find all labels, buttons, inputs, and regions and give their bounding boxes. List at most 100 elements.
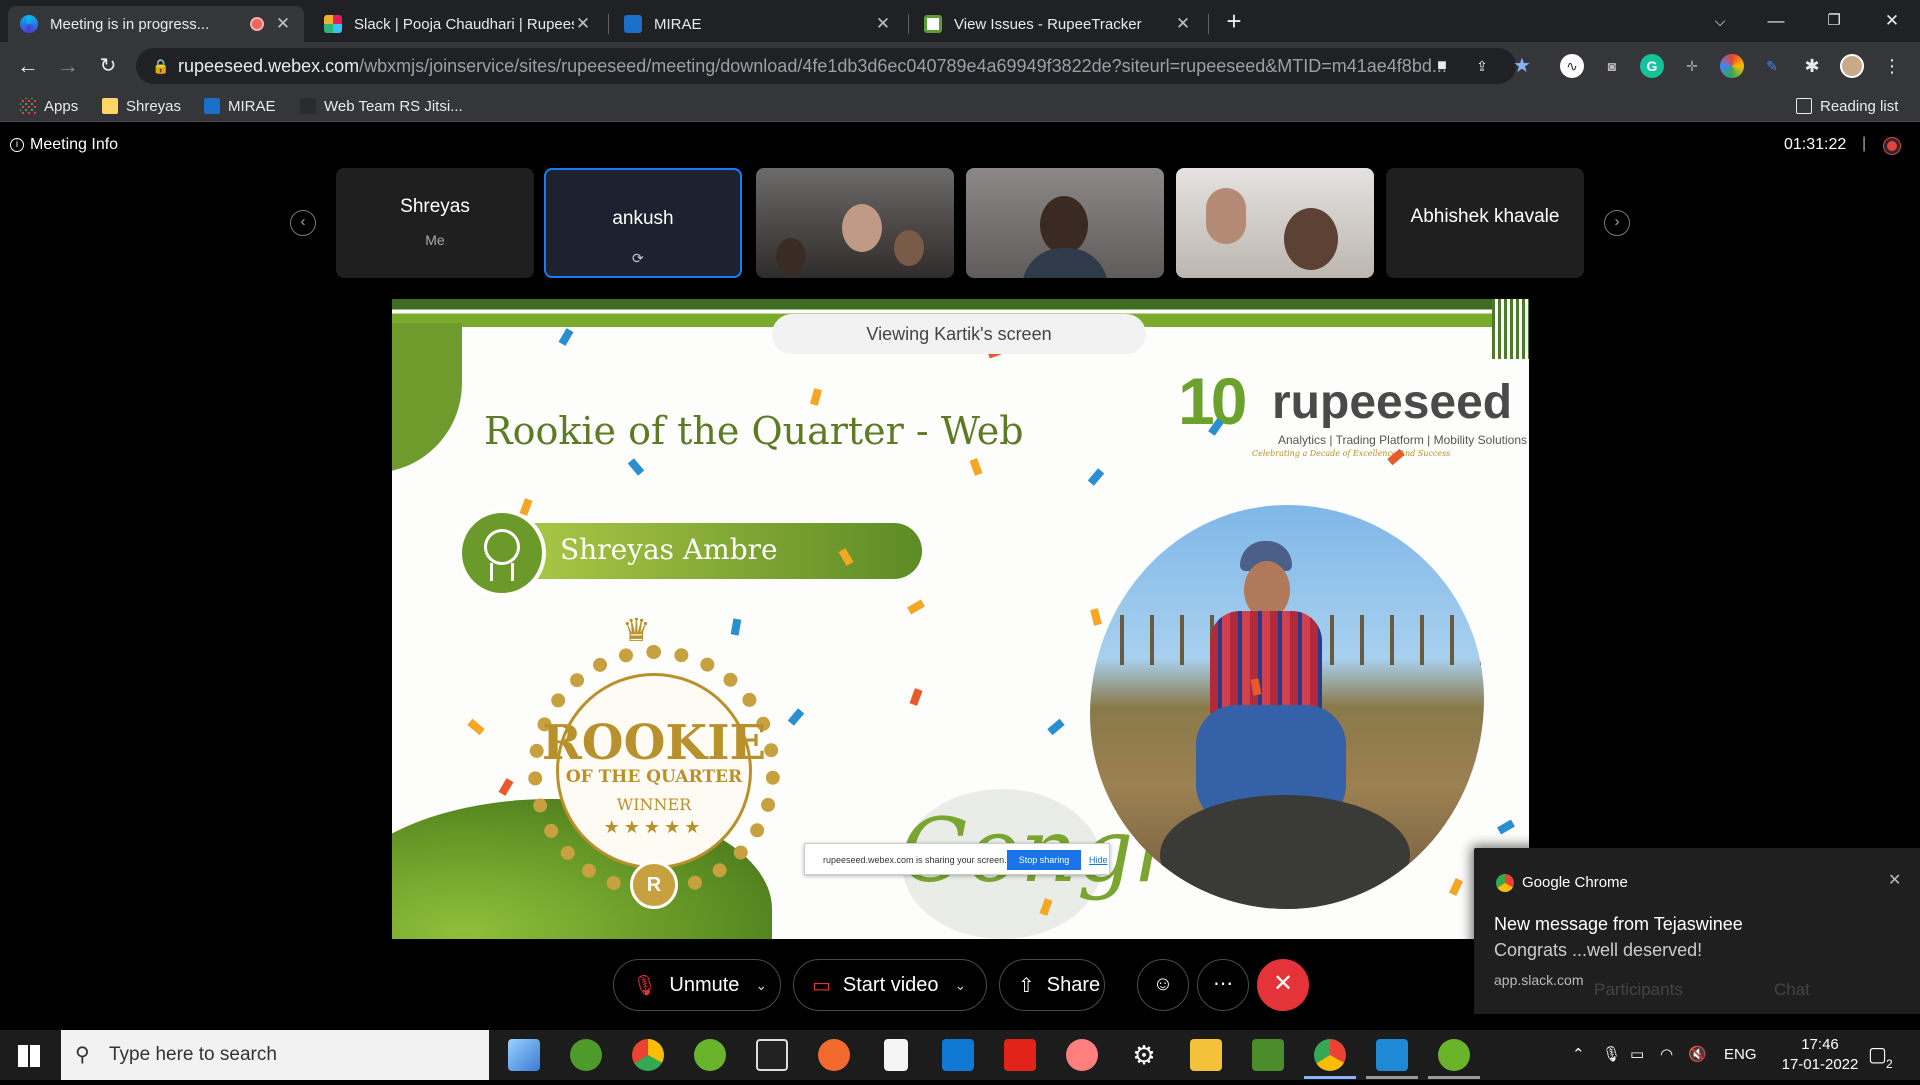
bookmark-apps[interactable]: Apps [20, 96, 78, 116]
bookmark-label: Web Team RS Jitsi... [324, 97, 463, 115]
profile-avatar[interactable] [1840, 54, 1864, 78]
chart-app-icon[interactable] [632, 1039, 664, 1071]
snipping-tool-icon[interactable] [1066, 1039, 1098, 1071]
address-bar[interactable]: 🔒 rupeeseed.webex.com/wbxmjs/joinservice… [136, 48, 1516, 84]
spreadsheet-icon[interactable] [1252, 1039, 1284, 1071]
share-button[interactable]: ⇧ Share [999, 959, 1105, 1011]
decorative-leaf-shape [392, 323, 462, 473]
tab-rupeetracker[interactable]: View Issues - RupeeTracker ✕ [912, 6, 1204, 42]
badge-main-text: ROOKIE [541, 715, 767, 771]
android-studio-icon[interactable] [570, 1039, 602, 1071]
chrome-taskbar-icon[interactable] [1314, 1039, 1346, 1071]
more-options-button[interactable]: ⋯ [1197, 959, 1249, 1011]
green-app-icon[interactable] [694, 1039, 726, 1071]
android-studio-icon-2[interactable] [1438, 1039, 1470, 1071]
hide-button[interactable]: Hide [1089, 855, 1108, 865]
bookmark-mirae[interactable]: MIRAE [204, 96, 276, 116]
notepad-icon[interactable] [884, 1039, 908, 1071]
start-video-button[interactable]: ▭ Start video ⌄ [793, 959, 987, 1011]
minimize-button[interactable]: — [1756, 6, 1796, 36]
pen-extension-icon[interactable]: ✎ [1760, 54, 1784, 78]
settings-gear-icon[interactable]: ⚙ [1128, 1039, 1160, 1071]
meeting-info-button[interactable]: i Meeting Info [10, 136, 118, 154]
screenshot-extension-icon[interactable]: ◙ [1600, 54, 1624, 78]
postman-icon[interactable] [818, 1039, 850, 1071]
clock[interactable]: 17:46 17-01-2022 [1770, 1035, 1870, 1085]
mail-icon[interactable] [942, 1039, 974, 1071]
tray-expand-icon[interactable]: ⌃ [1572, 1030, 1585, 1080]
action-center-icon[interactable]: ▢ [1868, 1030, 1887, 1080]
restore-button[interactable]: ❐ [1814, 6, 1854, 36]
participant-name: Abhishek khavale [1410, 206, 1560, 227]
participant-face [776, 238, 806, 274]
confetti-piece [1047, 718, 1065, 736]
bookmark-shreyas[interactable]: Shreyas [102, 96, 181, 116]
close-tab-icon[interactable]: ✕ [1174, 14, 1192, 34]
microphone-tray-icon[interactable]: 🎙 [1602, 1030, 1621, 1080]
anydesk-icon[interactable] [1004, 1039, 1036, 1071]
participant-tile-ankush[interactable]: ankush ⟳ [544, 168, 742, 278]
scroll-right-button[interactable]: › [1604, 210, 1630, 236]
vscode-icon[interactable] [1376, 1039, 1408, 1071]
rookie-badge: ♛ ROOKIE OF THE QUARTER WINNER ★★★★★ R [526, 611, 782, 909]
participant-tile-abhishek[interactable]: Abhishek khavale [1386, 168, 1584, 278]
stop-sharing-button[interactable]: Stop sharing [1007, 850, 1081, 870]
leave-meeting-button[interactable]: ✕ [1257, 959, 1309, 1011]
meeting-info-label: Meeting Info [30, 136, 119, 153]
camera-in-use-icon[interactable]: ■ [1430, 54, 1454, 78]
participant-video-tile[interactable] [966, 168, 1164, 278]
close-notification-icon[interactable]: ✕ [1888, 870, 1901, 890]
bookmark-star-icon[interactable]: ★ [1510, 54, 1534, 78]
divider: | [1862, 135, 1867, 152]
file-explorer-icon[interactable] [1190, 1039, 1222, 1071]
wifi-icon[interactable]: ◠ [1660, 1030, 1673, 1080]
close-tab-icon[interactable]: ✕ [274, 14, 292, 34]
extension-stats-icon[interactable]: ∿ [1560, 54, 1584, 78]
crown-icon: ♛ [622, 612, 651, 648]
unmute-button[interactable]: 🎙 Unmute ⌄ [613, 959, 781, 1011]
volume-muted-icon[interactable]: 🔇 [1688, 1030, 1707, 1080]
close-window-button[interactable]: ✕ [1872, 6, 1912, 36]
color-picker-extension-icon[interactable] [1720, 54, 1744, 78]
taskbar-search-box[interactable]: ⚲ Type here to search [61, 1030, 489, 1080]
tab-mirae[interactable]: MIRAE ✕ [612, 6, 904, 42]
participant-tile-shreyas[interactable]: Shreyas Me [336, 168, 534, 278]
grammarly-icon[interactable]: G [1640, 54, 1664, 78]
tab-title: Meeting is in progress... [50, 15, 210, 33]
reactions-button[interactable]: ☺ [1137, 959, 1189, 1011]
tab-webex-meeting[interactable]: Meeting is in progress... ✕ [8, 6, 304, 42]
forward-button[interactable]: → [54, 52, 82, 80]
ruler-extension-icon[interactable]: ✛ [1680, 54, 1704, 78]
tab-search-chevron-icon[interactable]: ⌵ [1700, 6, 1740, 36]
language-indicator[interactable]: ENG [1724, 1030, 1757, 1080]
participant-face [894, 230, 924, 266]
tab-slack[interactable]: Slack | Pooja Chaudhari | Rupeese ✕ [312, 6, 604, 42]
reload-button[interactable]: ↻ [94, 52, 122, 80]
more-dots-icon: ⋯ [1213, 973, 1233, 995]
battery-icon[interactable]: ▭ [1630, 1030, 1644, 1080]
back-button[interactable]: ← [14, 52, 42, 80]
teams-app-icon[interactable] [508, 1039, 540, 1071]
close-tab-icon[interactable]: ✕ [874, 14, 892, 34]
confetti-piece [969, 458, 983, 476]
recording-indicator-icon[interactable] [1884, 138, 1900, 154]
mirae-icon [204, 98, 220, 114]
lock-icon[interactable]: 🔒 [152, 48, 169, 84]
windows-start-icon[interactable] [18, 1045, 40, 1067]
participant-video-tile[interactable] [756, 168, 954, 278]
scroll-left-button[interactable]: ‹ [290, 210, 316, 236]
share-screen-icon: ⇧ [1018, 974, 1035, 997]
close-tab-icon[interactable]: ✕ [574, 14, 592, 34]
participant-video-tile[interactable] [1176, 168, 1374, 278]
chevron-down-icon[interactable]: ⌄ [755, 977, 767, 994]
chrome-notification-toast[interactable]: Google Chrome ✕ New message from Tejaswi… [1474, 848, 1920, 1014]
bookmark-jitsi[interactable]: Web Team RS Jitsi... [300, 96, 463, 116]
terminal-icon[interactable] [756, 1039, 788, 1071]
chevron-down-icon[interactable]: ⌄ [955, 977, 967, 994]
extensions-puzzle-icon[interactable]: ✱ [1800, 54, 1824, 78]
reading-list-button[interactable]: Reading list [1796, 96, 1898, 116]
menu-kebab-icon[interactable]: ⋮ [1880, 54, 1904, 78]
tab-separator [1208, 14, 1209, 34]
share-page-icon[interactable]: ⇪ [1470, 54, 1494, 78]
new-tab-button[interactable]: + [1214, 6, 1254, 36]
